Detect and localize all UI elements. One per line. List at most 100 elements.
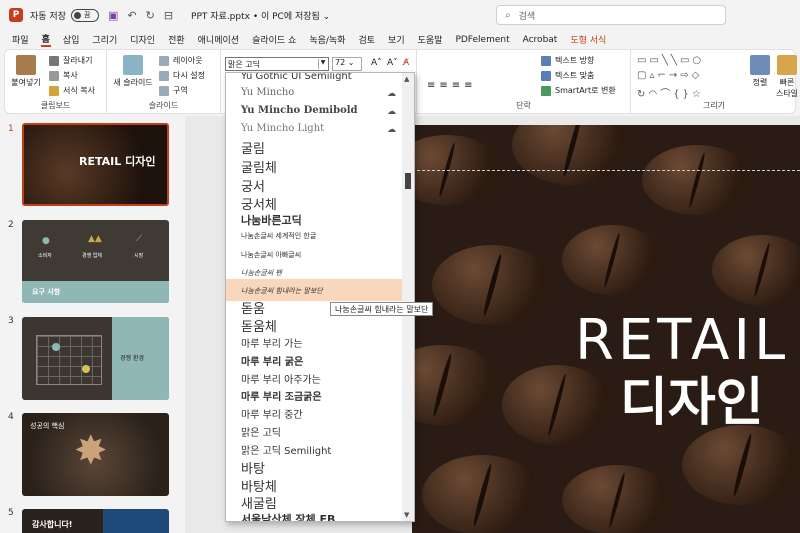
undo-icon[interactable]: ↶ bbox=[127, 9, 136, 22]
font-size-input[interactable]: 72 ⌄ bbox=[332, 57, 362, 71]
thumb-icon-label: 경쟁 업체 bbox=[82, 253, 102, 259]
font-option[interactable]: Yu Mincho Demibold bbox=[226, 105, 406, 116]
font-option[interactable]: 맑은 고딕 Semilight bbox=[226, 442, 406, 457]
font-option[interactable]: 나눔손글씨 펜 bbox=[226, 268, 406, 278]
arrange-label: 정렬 bbox=[752, 78, 768, 87]
font-option[interactable]: 궁서 bbox=[226, 176, 406, 195]
slide-number: 5 bbox=[8, 508, 14, 518]
slide-thumbnail-1[interactable]: RETAIL 디자인 bbox=[22, 123, 169, 206]
font-option[interactable]: Yu Gothic UI Semilight bbox=[226, 73, 406, 82]
format-painter-button[interactable]: 서식 복사 bbox=[49, 85, 95, 96]
quick-styles-button[interactable]: 빠른 스타일 bbox=[775, 55, 799, 99]
tab-view[interactable]: 보기 bbox=[387, 33, 406, 46]
person-icon: ● bbox=[42, 236, 50, 246]
font-option[interactable]: Yu Mincho bbox=[226, 87, 406, 98]
coffee-bean-image bbox=[682, 425, 800, 505]
tab-transitions[interactable]: 전환 bbox=[167, 33, 186, 46]
save-icon[interactable]: ▣ bbox=[108, 9, 118, 22]
section-label: 구역 bbox=[173, 86, 188, 95]
clear-format-icon[interactable]: A̸ bbox=[403, 58, 409, 68]
new-slide-button[interactable]: 새 슬라이드 bbox=[111, 55, 155, 88]
tab-acrobat[interactable]: Acrobat bbox=[522, 35, 559, 45]
align-text-button[interactable]: 텍스트 맞춤 bbox=[541, 70, 594, 81]
font-option[interactable]: 돋움체 bbox=[226, 316, 406, 335]
slide-title-design[interactable]: 디자인 bbox=[620, 360, 764, 435]
font-list-scrollbar[interactable]: ▲ ▼ bbox=[402, 73, 414, 521]
font-option[interactable]: 마루 부리 가는 bbox=[226, 335, 406, 350]
customize-qat-icon[interactable]: ⊟ bbox=[164, 9, 173, 22]
arrange-icon bbox=[750, 55, 770, 75]
font-option[interactable]: 바탕 bbox=[226, 458, 406, 477]
paste-icon bbox=[16, 55, 36, 75]
font-option[interactable]: 굴림 bbox=[226, 138, 406, 157]
font-option[interactable]: 마루 부리 중간 bbox=[226, 406, 406, 421]
font-tooltip: 나눔손글씨 힘내라는 말보단 bbox=[330, 302, 434, 316]
section-button[interactable]: 구역 bbox=[159, 85, 188, 96]
reset-button[interactable]: 다시 설정 bbox=[159, 70, 205, 81]
alignment-buttons[interactable]: ≡≡≡≡ bbox=[427, 80, 477, 91]
chevron-down-icon[interactable]: ▼ bbox=[318, 59, 327, 69]
font-option[interactable]: 굴림체 bbox=[226, 157, 406, 176]
font-option[interactable]: 마루 부리 아주가는 bbox=[226, 371, 406, 386]
tab-review[interactable]: 검토 bbox=[357, 33, 376, 46]
tab-design[interactable]: 디자인 bbox=[129, 33, 156, 46]
arrange-button[interactable]: 정렬 bbox=[747, 55, 773, 88]
text-direction-button[interactable]: 텍스트 방향 bbox=[541, 55, 594, 66]
font-option[interactable]: 나눔바른고딕 bbox=[226, 212, 406, 228]
paste-button[interactable]: 붙여넣기 bbox=[11, 55, 41, 88]
decrease-font-button[interactable]: A˅ bbox=[387, 58, 398, 68]
increase-font-button[interactable]: A˄ bbox=[371, 58, 382, 68]
title-bar: P 자동 저장 끔 ▣ ↶ ↻ ⊟ PPT 자료.pptx • 이 PC에 저장… bbox=[0, 0, 800, 30]
thumb-caption: 감사합니다! bbox=[32, 520, 73, 529]
slide-thumbnail-2[interactable]: 요구 사항 소비자 경쟁 업체 시장 ● ▲▲ ⟋ bbox=[22, 220, 169, 303]
shapes-gallery-row3[interactable]: ↻◠⌒{}☆ bbox=[637, 85, 704, 100]
layout-button[interactable]: 레이아웃 bbox=[159, 55, 202, 66]
document-title[interactable]: PPT 자료.pptx • 이 PC에 저장됨 ⌄ bbox=[191, 9, 330, 22]
coffee-bean-image bbox=[712, 235, 800, 305]
thumb-icon-label: 소비자 bbox=[38, 253, 52, 259]
tab-slideshow[interactable]: 슬라이드 쇼 bbox=[251, 33, 297, 46]
tab-help[interactable]: 도움말 bbox=[417, 33, 444, 46]
redo-icon[interactable]: ↻ bbox=[146, 9, 155, 22]
font-option[interactable]: 궁서체 bbox=[226, 194, 406, 213]
font-option[interactable]: Yu Mincho Light bbox=[226, 123, 406, 134]
shapes-gallery[interactable]: ▭▭╲╲▭○ bbox=[637, 55, 704, 66]
font-option[interactable]: 맑은 고딕 bbox=[226, 424, 406, 439]
font-option[interactable]: 마루 부리 조금굵은 bbox=[226, 388, 406, 403]
scroll-down-icon[interactable]: ▼ bbox=[404, 511, 409, 519]
tab-draw[interactable]: 그리기 bbox=[91, 33, 118, 46]
tab-record[interactable]: 녹음/녹화 bbox=[308, 33, 346, 46]
cut-button[interactable]: 잘라내기 bbox=[49, 55, 92, 66]
tab-animations[interactable]: 애니메이션 bbox=[197, 33, 240, 46]
text-direction-icon bbox=[541, 55, 551, 66]
autosave-toggle[interactable]: 끔 bbox=[70, 8, 99, 22]
scrollbar-thumb[interactable] bbox=[405, 173, 411, 189]
slide-thumbnail-4[interactable]: 성공의 핵심 ✸ bbox=[22, 413, 169, 496]
smartart-button[interactable]: SmartArt로 변환 bbox=[541, 85, 616, 96]
slide-thumbnail-3[interactable]: 경쟁 환경 bbox=[22, 317, 169, 400]
font-option[interactable]: 나눔손글씨 세계적인 한글 bbox=[226, 231, 406, 241]
powerpoint-logo-icon: P bbox=[9, 8, 23, 22]
copy-button[interactable]: 복사 bbox=[49, 70, 78, 81]
coffee-bean-image bbox=[642, 145, 752, 215]
font-dropdown-list[interactable]: Yu Gothic UI Semilight Yu Mincho ☁ Yu Mi… bbox=[225, 72, 415, 522]
font-option[interactable]: 나눔손글씨 아빠글씨 bbox=[226, 250, 406, 260]
tab-shape-format[interactable]: 도형 서식 bbox=[569, 33, 607, 46]
chart-icon: ⟋ bbox=[136, 234, 143, 244]
tab-file[interactable]: 파일 bbox=[11, 33, 30, 46]
tab-pdfelement[interactable]: PDFelement bbox=[454, 35, 510, 45]
font-option[interactable]: 마루 부리 굵은 bbox=[226, 353, 406, 368]
slide-thumbnail-5[interactable]: 감사합니다! bbox=[22, 509, 169, 533]
thumb-caption: 경쟁 환경 bbox=[120, 355, 144, 362]
shapes-gallery-row2[interactable]: ▢▵⌐→⇨◇ bbox=[637, 70, 702, 81]
font-option[interactable]: 새굴림 bbox=[226, 493, 406, 512]
font-option[interactable]: 서울남산체 장체 EB bbox=[226, 511, 406, 521]
scroll-up-icon[interactable]: ▲ bbox=[404, 75, 409, 83]
font-name-input[interactable]: 맑은 고딕 ▼ bbox=[225, 57, 329, 71]
tab-insert[interactable]: 삽입 bbox=[62, 33, 81, 46]
paragraph-group-label: 단락 bbox=[516, 101, 531, 110]
autosave-label: 자동 저장 bbox=[30, 11, 66, 22]
search-box[interactable]: ⌕ 검색 bbox=[496, 5, 726, 25]
tab-home[interactable]: 홈 bbox=[40, 32, 51, 47]
slides-group-label: 슬라이드 bbox=[148, 101, 179, 110]
